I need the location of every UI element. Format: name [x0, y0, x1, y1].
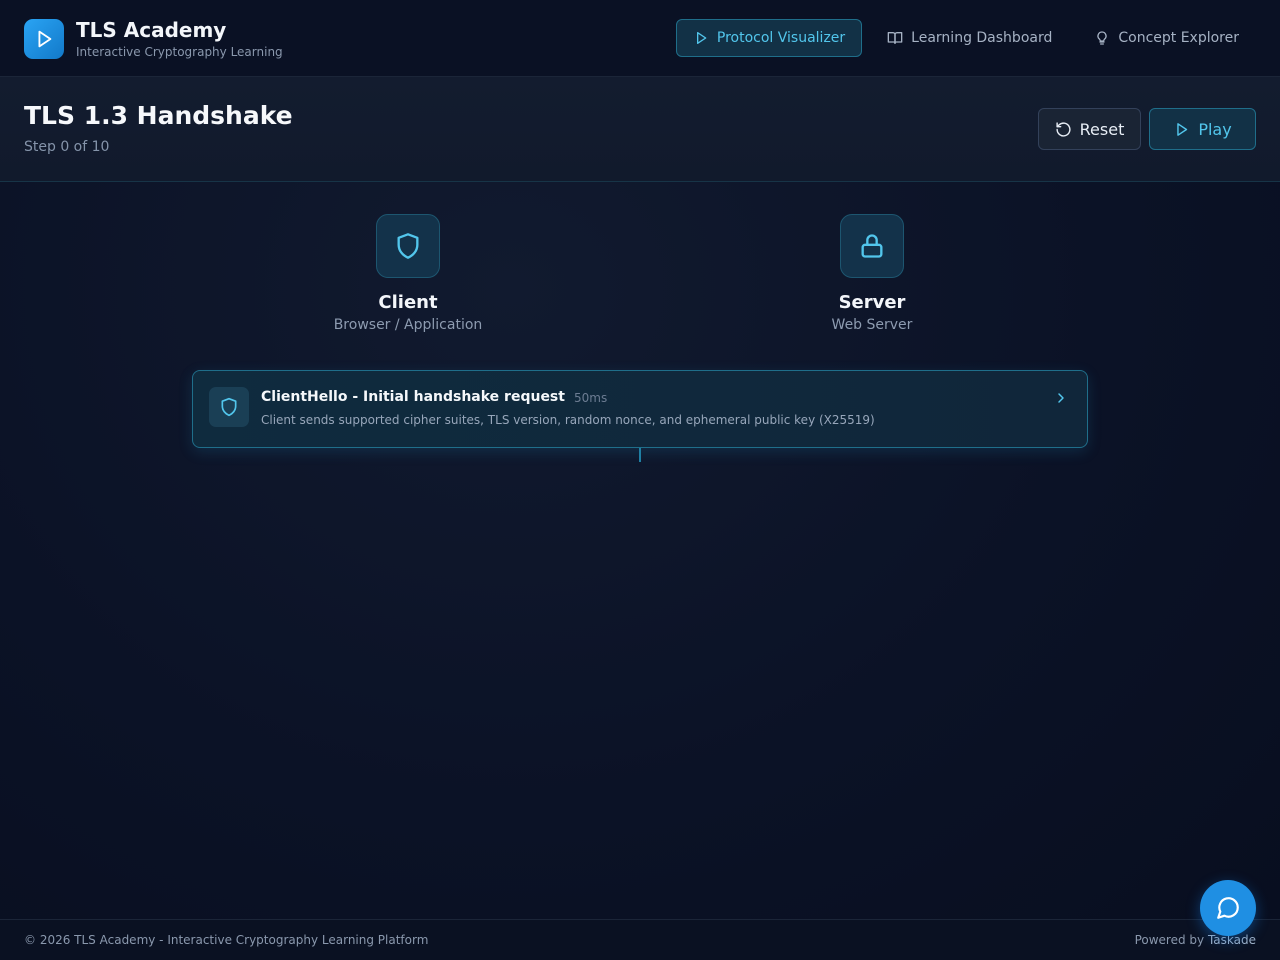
shield-icon — [221, 397, 237, 417]
reset-button[interactable]: Reset — [1038, 108, 1141, 150]
server-name: Server — [838, 292, 906, 313]
brand[interactable]: TLS Academy Interactive Cryptography Lea… — [24, 18, 283, 60]
app-subtitle: Interactive Cryptography Learning — [76, 45, 283, 59]
nav-concept-explorer[interactable]: Concept Explorer — [1077, 19, 1256, 57]
message-circle-icon — [1217, 897, 1239, 919]
play-label: Play — [1198, 119, 1232, 139]
footer: © 2026 TLS Academy - Interactive Cryptog… — [0, 919, 1280, 960]
reset-label: Reset — [1079, 119, 1125, 139]
client-role: Browser / Application — [333, 317, 483, 333]
actor-server: Server Web Server — [772, 214, 972, 333]
page-title: TLS 1.3 Handshake — [24, 101, 293, 130]
actor-client: Client Browser / Application — [308, 214, 508, 333]
chat-button[interactable] — [1200, 880, 1256, 936]
play-icon — [38, 30, 52, 48]
rotate-ccw-icon — [1056, 121, 1071, 137]
message-description: Client sends supported cipher suites, TL… — [261, 413, 875, 427]
message-title: ClientHello - Initial handshake request — [261, 389, 565, 405]
chevron-right-icon[interactable] — [1053, 390, 1069, 406]
book-open-icon — [887, 31, 903, 44]
main-nav: Protocol Visualizer Learning Dashboard C… — [668, 19, 1256, 57]
play-button[interactable]: Play — [1149, 108, 1256, 150]
lightbulb-icon — [1097, 31, 1108, 45]
message-latency: 50ms — [574, 391, 608, 405]
nav-label: Concept Explorer — [1118, 30, 1239, 46]
client-name: Client — [378, 292, 438, 313]
timeline-connector — [639, 448, 641, 462]
app-logo — [24, 19, 64, 59]
powered-prefix: Powered by — [1134, 933, 1208, 947]
handshake-step-card[interactable]: ClientHello - Initial handshake request … — [192, 370, 1088, 448]
nav-learning-dashboard[interactable]: Learning Dashboard — [870, 19, 1069, 57]
step-counter: Step 0 of 10 — [24, 139, 110, 155]
server-role: Web Server — [831, 317, 913, 333]
nav-label: Learning Dashboard — [911, 30, 1053, 46]
footer-copyright: © 2026 TLS Academy - Interactive Cryptog… — [24, 933, 429, 947]
play-icon — [1177, 122, 1188, 136]
top-navbar: TLS Academy Interactive Cryptography Lea… — [0, 0, 1280, 77]
nav-protocol-visualizer[interactable]: Protocol Visualizer — [675, 19, 863, 57]
play-icon — [696, 31, 707, 44]
lock-icon — [861, 234, 883, 258]
client-icon-box — [376, 214, 440, 278]
footer-powered-by: Powered by Taskade — [1135, 933, 1256, 947]
nav-label: Protocol Visualizer — [716, 30, 846, 46]
app-title: TLS Academy — [76, 18, 227, 42]
server-icon-box — [840, 214, 904, 278]
visualizer-header: TLS 1.3 Handshake Step 0 of 10 Reset Pla… — [0, 77, 1280, 182]
message-icon-box — [209, 387, 249, 427]
shield-icon — [397, 233, 419, 259]
